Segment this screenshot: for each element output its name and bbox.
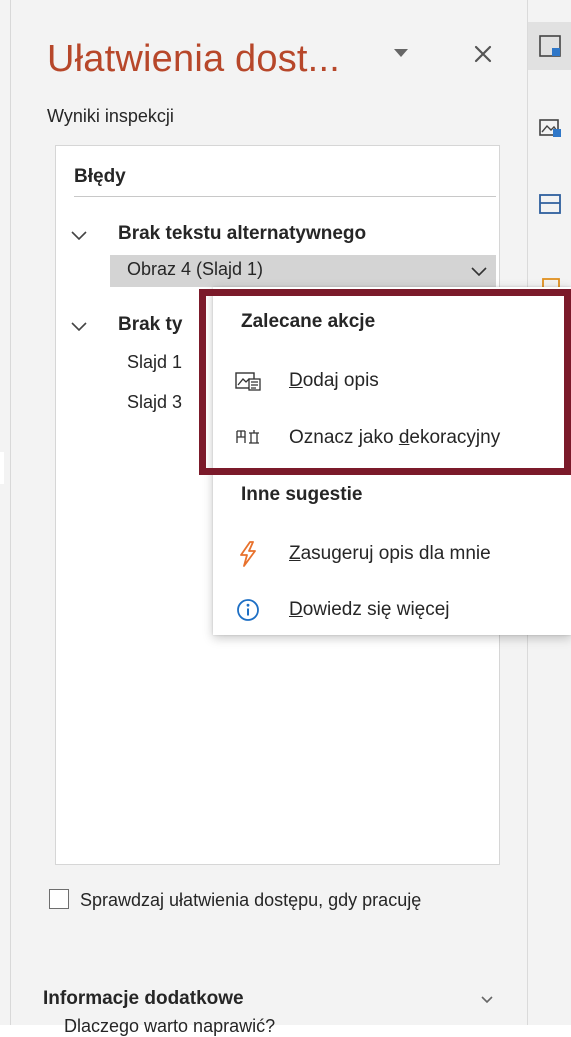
add-description-menu-item[interactable]: Dodaj opis: [213, 360, 571, 402]
scrollbar-notch: [0, 452, 4, 484]
info-icon: [235, 598, 261, 622]
result-item-slajd-1[interactable]: Slajd 1: [127, 352, 182, 373]
errors-divider: [74, 196, 496, 197]
alt-text-button[interactable]: [528, 104, 571, 152]
check-while-working-label[interactable]: Sprawdzaj ułatwienia dostępu, gdy pracuj…: [80, 885, 460, 915]
result-item-obraz-4[interactable]: Obraz 4 (Slajd 1): [110, 255, 496, 287]
errors-heading: Błędy: [74, 166, 126, 187]
caret-down-icon: [394, 48, 408, 57]
slide-editor-edge: [0, 0, 11, 1025]
chevron-down-icon[interactable]: [478, 993, 496, 1007]
additional-info-heading[interactable]: Informacje dodatkowe: [43, 988, 244, 1010]
item-menu-chevron-icon[interactable]: [470, 263, 488, 279]
add-description-label: Dodaj opis: [289, 370, 379, 391]
image-alt-text-icon: [235, 369, 261, 393]
suggest-description-label: Zasugeruj opis dla mnie: [289, 543, 491, 564]
inspection-results-label: Wyniki inspekcji: [47, 106, 174, 126]
collapse-chevron-icon[interactable]: [70, 229, 88, 241]
design-icon: [539, 35, 561, 57]
collapse-chevron-icon[interactable]: [70, 320, 88, 332]
mark-decorative-menu-item[interactable]: Oznacz jako dekoracyjny: [213, 417, 571, 459]
why-fix-link[interactable]: Dlaczego warto naprawić?: [64, 1016, 275, 1037]
other-suggestions-heading: Inne sugestie: [241, 484, 363, 505]
mark-decorative-label: Oznacz jako dekoracyjny: [289, 427, 501, 448]
recommended-actions-heading: Zalecane akcje: [241, 311, 376, 332]
close-pane-button[interactable]: [463, 32, 503, 76]
pane-title: Ułatwienia dost...: [47, 38, 340, 80]
check-while-working-checkbox[interactable]: [49, 889, 69, 909]
layout-button[interactable]: [528, 180, 571, 228]
close-icon: [474, 45, 492, 63]
recommended-actions-menu: Zalecane akcje Dodaj opis Oznacz jako de…: [213, 287, 571, 635]
group-missing-alt-text[interactable]: Brak tekstu alternatywnego: [118, 223, 366, 245]
alt-text-icon: [539, 119, 561, 137]
group-missing-title[interactable]: Brak ty: [118, 314, 182, 336]
suggest-description-menu-item[interactable]: Zasugeruj opis dla mnie: [213, 533, 571, 575]
result-item-label: Obraz 4 (Slajd 1): [127, 259, 264, 279]
learn-more-label: Dowiedz się więcej: [289, 599, 450, 620]
pane-options-button[interactable]: [388, 38, 414, 68]
design-ideas-button[interactable]: [528, 22, 571, 70]
decorative-icon: [235, 426, 261, 450]
lightning-icon: [235, 541, 261, 567]
result-item-slajd-3[interactable]: Slajd 3: [127, 392, 182, 413]
layout-icon: [539, 194, 561, 214]
learn-more-menu-item[interactable]: Dowiedz się więcej: [213, 589, 571, 631]
